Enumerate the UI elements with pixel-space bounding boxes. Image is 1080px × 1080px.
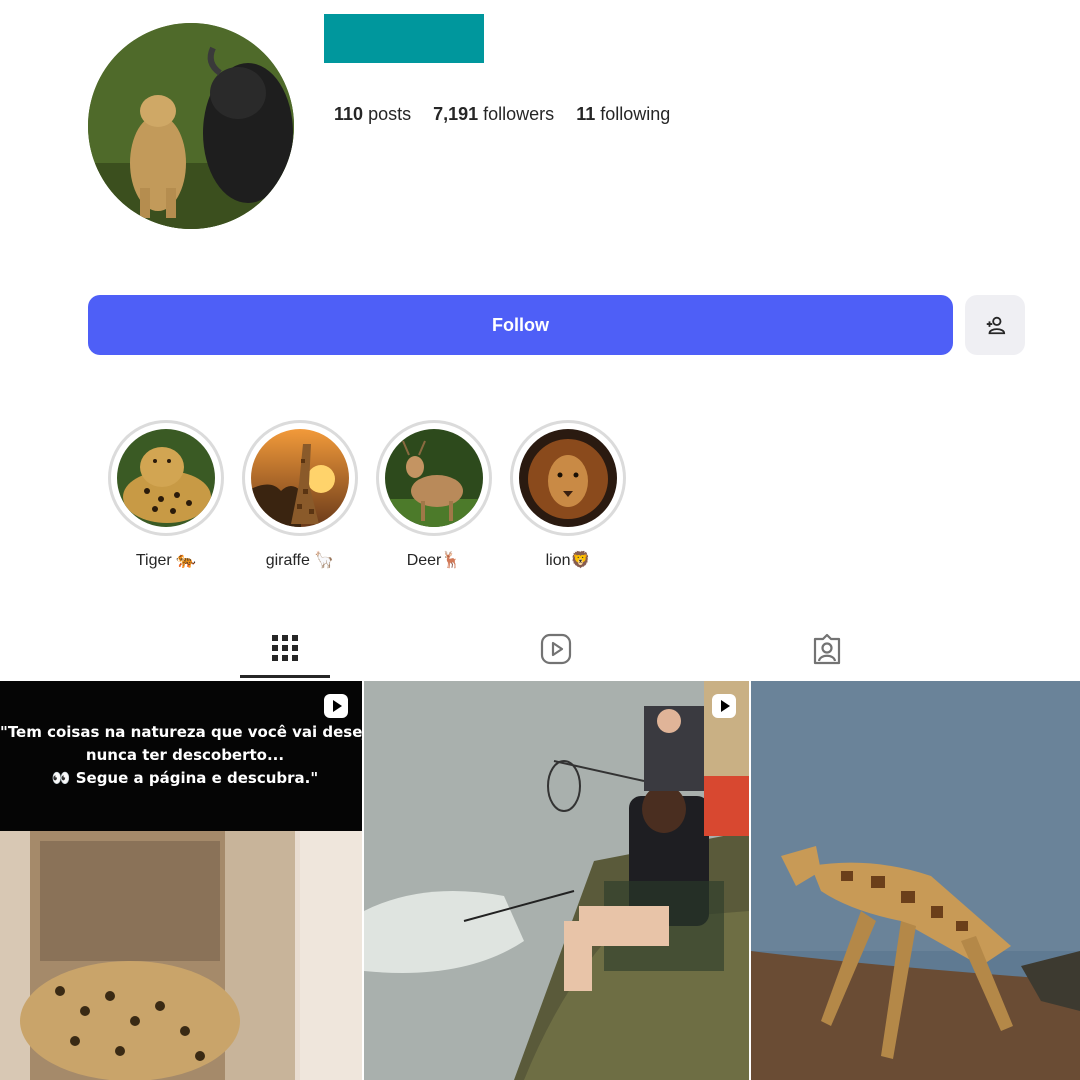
follow-button[interactable]: Follow — [88, 295, 953, 355]
stat-following-value: 11 — [576, 104, 596, 124]
stat-followers-label: followers — [483, 104, 555, 124]
stat-following-label: following — [600, 104, 671, 124]
caption-line: "Tem coisas na natureza que você vai des… — [0, 723, 362, 741]
profile-page: 110 posts 7,191 followers 11 following F… — [0, 0, 1080, 1080]
caption-line: 👀 Segue a página e descubra." — [51, 769, 319, 787]
stat-following[interactable]: 11 following — [576, 104, 670, 125]
post-tile[interactable] — [364, 681, 749, 1080]
grid-icon — [272, 634, 298, 661]
stat-posts-value: 110 — [334, 104, 364, 124]
stat-posts-label: posts — [368, 104, 412, 124]
giraffe-image — [251, 429, 349, 527]
tab-posts[interactable] — [240, 620, 330, 678]
stat-followers-value: 7,191 — [433, 104, 479, 124]
reel-icon — [324, 694, 348, 718]
post-caption: "Tem coisas na natureza que você vai des… — [0, 721, 362, 790]
suggest-user-button[interactable] — [965, 295, 1025, 355]
fishing-video-thumbnail — [364, 681, 749, 1080]
avatar-image — [88, 23, 294, 229]
highlight-giraffe[interactable]: giraffe 🦙 — [242, 420, 358, 570]
leopard-image — [117, 429, 215, 527]
person-add-icon — [986, 316, 1006, 335]
reel-icon — [712, 694, 736, 718]
highlight-deer[interactable]: Deer🦌 — [376, 420, 492, 570]
profile-stats: 110 posts 7,191 followers 11 following — [334, 104, 670, 125]
highlight-label: Tiger 🐅 — [135, 552, 197, 569]
deer-image — [385, 429, 483, 527]
highlight-ring — [108, 420, 224, 536]
tagged-icon — [813, 633, 841, 665]
giraffe-crocodile-thumbnail — [751, 681, 1080, 1080]
posts-grid: "Tem coisas na natureza que você vai des… — [0, 681, 1080, 1080]
stat-followers[interactable]: 7,191 followers — [433, 104, 554, 125]
highlight-label: Deer🦌 — [406, 552, 462, 569]
highlight-label: lion🦁 — [545, 552, 591, 569]
post-tile[interactable]: "Tem coisas na natureza que você vai des… — [0, 681, 362, 1080]
stat-posts[interactable]: 110 posts — [334, 104, 411, 125]
post-tile[interactable] — [751, 681, 1080, 1080]
highlight-ring — [510, 420, 626, 536]
caption-line: nunca ter descoberto... — [85, 746, 285, 764]
story-highlights: Tiger 🐅 giraffe 🦙 Deer🦌 lion🦁 — [108, 420, 626, 570]
tab-tagged[interactable] — [782, 620, 872, 678]
highlight-tiger[interactable]: Tiger 🐅 — [108, 420, 224, 570]
highlight-lion[interactable]: lion🦁 — [510, 420, 626, 570]
highlight-label: giraffe 🦙 — [265, 552, 335, 569]
profile-tabs — [0, 620, 1080, 680]
username-redacted — [324, 14, 484, 63]
profile-avatar[interactable] — [88, 23, 294, 229]
lion-image — [519, 429, 617, 527]
tab-reels[interactable] — [511, 620, 601, 678]
highlight-ring — [242, 420, 358, 536]
highlight-ring — [376, 420, 492, 536]
reels-icon — [540, 633, 572, 665]
